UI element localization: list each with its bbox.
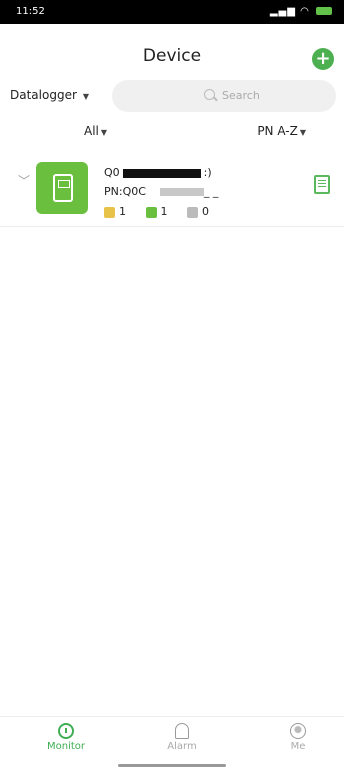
document-icon[interactable] bbox=[314, 175, 330, 194]
redacted-block bbox=[122, 168, 201, 178]
header: Device + bbox=[0, 24, 344, 70]
tab-me[interactable]: Me bbox=[258, 723, 338, 752]
device-type-dropdown[interactable]: Datalogger ▼ bbox=[10, 88, 89, 102]
caret-down-icon: ▼ bbox=[82, 92, 90, 101]
device-name: Q0:) bbox=[104, 166, 212, 179]
device-pn: PN:Q0C _ _ bbox=[104, 185, 219, 198]
add-device-button[interactable]: + bbox=[312, 48, 334, 70]
battery-icon bbox=[316, 7, 332, 15]
device-gray-icon bbox=[187, 206, 198, 218]
redacted-block bbox=[159, 188, 204, 196]
search-placeholder: Search bbox=[222, 89, 260, 102]
avatar-icon bbox=[290, 723, 306, 739]
tab-monitor[interactable]: Monitor bbox=[26, 723, 106, 752]
device-list-item[interactable]: ﹀ Q0:) PN:Q0C _ _ 1 1 0 bbox=[0, 150, 344, 227]
device-type-label: Datalogger bbox=[10, 88, 77, 102]
status-time: 11:52 bbox=[16, 6, 45, 17]
search-input[interactable]: Search bbox=[112, 80, 336, 112]
chevron-down-icon[interactable]: ﹀ bbox=[18, 172, 30, 189]
device-green-icon bbox=[145, 206, 157, 218]
wifi-icon: ◠ bbox=[300, 6, 310, 17]
search-icon bbox=[204, 89, 215, 100]
stat-green: 1 bbox=[145, 205, 168, 218]
tab-alarm[interactable]: Alarm bbox=[142, 723, 222, 752]
stat-yellow: 1 bbox=[104, 205, 126, 218]
page-title: Device bbox=[142, 46, 202, 66]
caret-down-icon: ▼ bbox=[299, 128, 306, 137]
sort-label: PN A-Z bbox=[257, 124, 298, 138]
device-yellow-icon bbox=[104, 206, 115, 218]
sort-bar: All ▼ PN A-Z ▼ bbox=[0, 122, 344, 144]
caret-down-icon: ▼ bbox=[100, 128, 108, 137]
bell-icon bbox=[175, 723, 189, 739]
home-indicator bbox=[118, 764, 226, 767]
device-stats: 1 1 0 bbox=[104, 205, 225, 218]
stat-gray: 0 bbox=[187, 205, 209, 218]
sort-order-dropdown[interactable]: PN A-Z ▼ bbox=[257, 124, 306, 138]
filter-bar: Datalogger ▼ Search bbox=[0, 80, 344, 114]
signal-icon: ▂▄▆ bbox=[269, 6, 296, 17]
monitor-icon bbox=[58, 723, 74, 739]
datalogger-icon bbox=[36, 162, 88, 214]
scope-label: All bbox=[84, 124, 99, 138]
bottom-tab-bar: Monitor Alarm Me bbox=[0, 716, 344, 770]
scope-filter[interactable]: All ▼ bbox=[84, 124, 107, 138]
status-bar: 11:52 ▂▄▆ ◠ bbox=[0, 0, 344, 24]
status-icons: ▂▄▆ ◠ bbox=[270, 6, 332, 17]
